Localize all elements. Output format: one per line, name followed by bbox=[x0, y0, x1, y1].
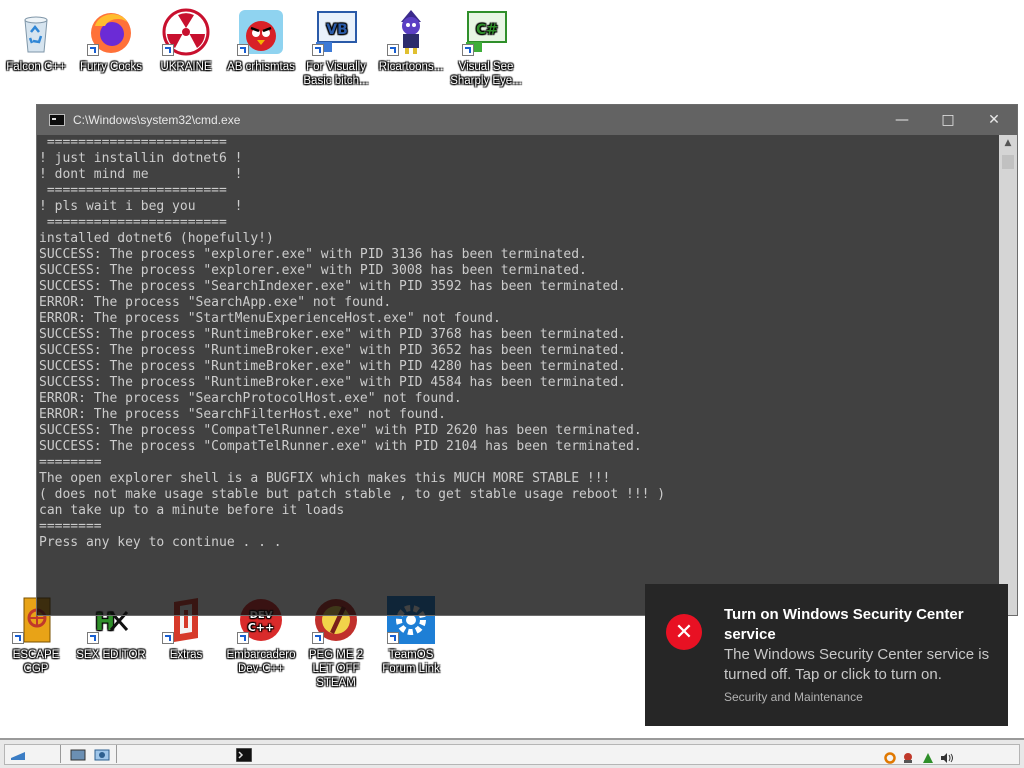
taskbar-separator bbox=[60, 745, 61, 763]
show-desktop-icon[interactable] bbox=[70, 747, 86, 761]
cmd-icon[interactable] bbox=[235, 747, 253, 763]
cmd-output-line: ======================= bbox=[39, 135, 235, 150]
desktop-icon-label: Ricartoons... bbox=[378, 61, 444, 73]
shortcut-arrow-icon bbox=[387, 44, 399, 56]
visual-basic-icon: VB bbox=[312, 8, 360, 56]
cmd-output-line: installed dotnet6 (hopefully!) bbox=[39, 231, 274, 246]
security-toast-notification[interactable]: ✕ Turn on Windows Security Center servic… bbox=[645, 584, 1008, 726]
cmd-output-line: SUCCESS: The process "RuntimeBroker.exe"… bbox=[39, 375, 626, 390]
svg-text:C++: C++ bbox=[248, 621, 275, 634]
cmd-output-line: ======================= bbox=[39, 183, 235, 198]
toast-body: The Windows Security Center service is t… bbox=[724, 646, 990, 683]
cmd-output-line: SUCCESS: The process "CompatTelRunner.ex… bbox=[39, 439, 642, 454]
desktop-icon-ricartoons[interactable]: Ricartoons... bbox=[375, 8, 447, 74]
radiation-icon bbox=[162, 8, 210, 56]
desktop-icon-label: Visual See Sharply Eye... bbox=[450, 61, 522, 87]
desktop-icon-label: ESCAPE CGP bbox=[12, 649, 60, 675]
recycle-bin-icon bbox=[12, 8, 60, 56]
toast-title: Turn on Windows Security Center service bbox=[724, 606, 964, 643]
taskbar[interactable] bbox=[0, 738, 1024, 768]
maximize-button[interactable]: □ bbox=[925, 105, 971, 135]
security-icon[interactable] bbox=[902, 749, 914, 763]
svg-text:VB: VB bbox=[326, 22, 348, 38]
desktop-icon-vb[interactable]: VB For Visually Basic bitch... bbox=[300, 8, 372, 88]
shortcut-arrow-icon bbox=[12, 632, 24, 644]
minimize-icon: — bbox=[895, 112, 909, 128]
desktop-icon-ab[interactable]: AB crhismtas bbox=[225, 8, 297, 74]
shortcut-arrow-icon bbox=[312, 44, 324, 56]
cmd-output-line: ======== bbox=[39, 455, 102, 470]
shortcut-arrow-icon bbox=[162, 44, 174, 56]
shortcut-arrow-icon bbox=[87, 632, 99, 644]
vertical-scrollbar[interactable]: ▲ bbox=[999, 135, 1017, 615]
shortcut-arrow-icon bbox=[387, 632, 399, 644]
desktop-icon-label: Furry Cocks bbox=[80, 61, 142, 73]
scroll-up-arrow-icon[interactable]: ▲ bbox=[999, 135, 1017, 151]
cmd-output-line: ERROR: The process "StartMenuExperienceH… bbox=[39, 311, 501, 326]
desktop-icon-label: Embarcadero Dev-C++ bbox=[226, 649, 296, 675]
cmd-output-line: ! pls wait i beg you ! bbox=[39, 199, 243, 214]
start-icon[interactable] bbox=[10, 747, 26, 761]
cmd-output-line: SUCCESS: The process "CompatTelRunner.ex… bbox=[39, 423, 642, 438]
explorer-icon[interactable] bbox=[94, 747, 110, 761]
desktop-icon-label: AB crhismtas bbox=[227, 61, 295, 73]
cmd-output-line: SUCCESS: The process "explorer.exe" with… bbox=[39, 247, 587, 262]
cmd-output-line: SUCCESS: The process "RuntimeBroker.exe"… bbox=[39, 359, 626, 374]
cmd-output-line: ERROR: The process "SearchProtocolHost.e… bbox=[39, 391, 462, 406]
cmd-output-line: ! just installin dotnet6 ! bbox=[39, 151, 243, 166]
cmd-output-line: ERROR: The process "SearchFilterHost.exe… bbox=[39, 407, 446, 422]
orange-ring-icon[interactable] bbox=[884, 749, 896, 764]
shortcut-arrow-icon bbox=[87, 44, 99, 56]
toast-source: Security and Maintenance bbox=[724, 690, 863, 704]
minimize-button[interactable]: — bbox=[879, 105, 925, 135]
shortcut-arrow-icon bbox=[237, 632, 249, 644]
desktop-icon-label: SEX EDITOR bbox=[76, 649, 146, 661]
desktop-icon-furry[interactable]: Furry Cocks bbox=[75, 8, 147, 74]
warning-icon[interactable] bbox=[922, 749, 934, 763]
cmd-output[interactable]: ======================= ! just installin… bbox=[37, 135, 999, 615]
cmd-output-line: The open explorer shell is a BUGFIX whic… bbox=[39, 471, 611, 486]
cmd-output-line: Press any key to continue . . . bbox=[39, 535, 282, 550]
scrollbar-thumb[interactable] bbox=[1002, 155, 1014, 169]
desktop-icon-label: PEG ME 2 LET OFF STEAM bbox=[308, 649, 364, 689]
cmd-app-icon bbox=[49, 114, 65, 126]
cmd-output-line: SUCCESS: The process "RuntimeBroker.exe"… bbox=[39, 343, 626, 358]
shortcut-arrow-icon bbox=[237, 44, 249, 56]
shortcut-arrow-icon bbox=[462, 44, 474, 56]
cmd-output-line: SUCCESS: The process "explorer.exe" with… bbox=[39, 263, 587, 278]
taskbar-inner bbox=[4, 744, 1020, 765]
shortcut-arrow-icon bbox=[312, 632, 324, 644]
cmd-output-line: ======== bbox=[39, 519, 102, 534]
error-x-icon: ✕ bbox=[666, 614, 702, 650]
firefox-icon bbox=[87, 8, 135, 56]
csharp-icon: C# bbox=[462, 8, 510, 56]
cmd-window[interactable]: C:\Windows\system32\cmd.exe — □ ✕ ======… bbox=[36, 104, 1018, 616]
close-icon: ✕ bbox=[988, 112, 1000, 128]
desktop-icon-label: Extras bbox=[169, 649, 203, 661]
desktop-icon-label: For Visually Basic bitch... bbox=[303, 61, 369, 87]
angry-bird-icon bbox=[237, 8, 285, 56]
svg-text:C#: C# bbox=[476, 22, 498, 38]
cmd-output-line: SUCCESS: The process "SearchIndexer.exe"… bbox=[39, 279, 626, 294]
cmd-output-line: ( does not make usage stable but patch s… bbox=[39, 487, 666, 502]
desktop-icon-falcon[interactable]: Falcon C++ bbox=[0, 8, 72, 74]
cmd-output-line: ! dont mind me ! bbox=[39, 167, 243, 182]
cmd-window-title: C:\Windows\system32\cmd.exe bbox=[73, 113, 241, 127]
cmd-output-line: can take up to a minute before it loads bbox=[39, 503, 345, 518]
cmd-output-line: ======================= bbox=[39, 215, 235, 230]
cmd-output-line: ERROR: The process "SearchApp.exe" not f… bbox=[39, 295, 392, 310]
maximize-icon: □ bbox=[941, 112, 955, 128]
volume-icon[interactable] bbox=[940, 749, 953, 763]
shortcut-arrow-icon bbox=[162, 632, 174, 644]
desktop-icon-label: Falcon C++ bbox=[6, 61, 66, 73]
taskbar-separator bbox=[116, 745, 117, 763]
cmd-titlebar[interactable]: C:\Windows\system32\cmd.exe — □ ✕ bbox=[37, 105, 1017, 135]
close-button[interactable]: ✕ bbox=[971, 105, 1017, 135]
desktop-icon-ukraine[interactable]: UKRAINE bbox=[150, 8, 222, 74]
desktop-icon-label: TeamOS Forum Link bbox=[382, 649, 440, 675]
desktop-icon-label: UKRAINE bbox=[160, 61, 212, 73]
cmd-output-line: SUCCESS: The process "RuntimeBroker.exe"… bbox=[39, 327, 626, 342]
cartoon-character-icon bbox=[387, 8, 435, 56]
desktop-icon-csharp[interactable]: C# Visual See Sharply Eye... bbox=[450, 8, 522, 88]
